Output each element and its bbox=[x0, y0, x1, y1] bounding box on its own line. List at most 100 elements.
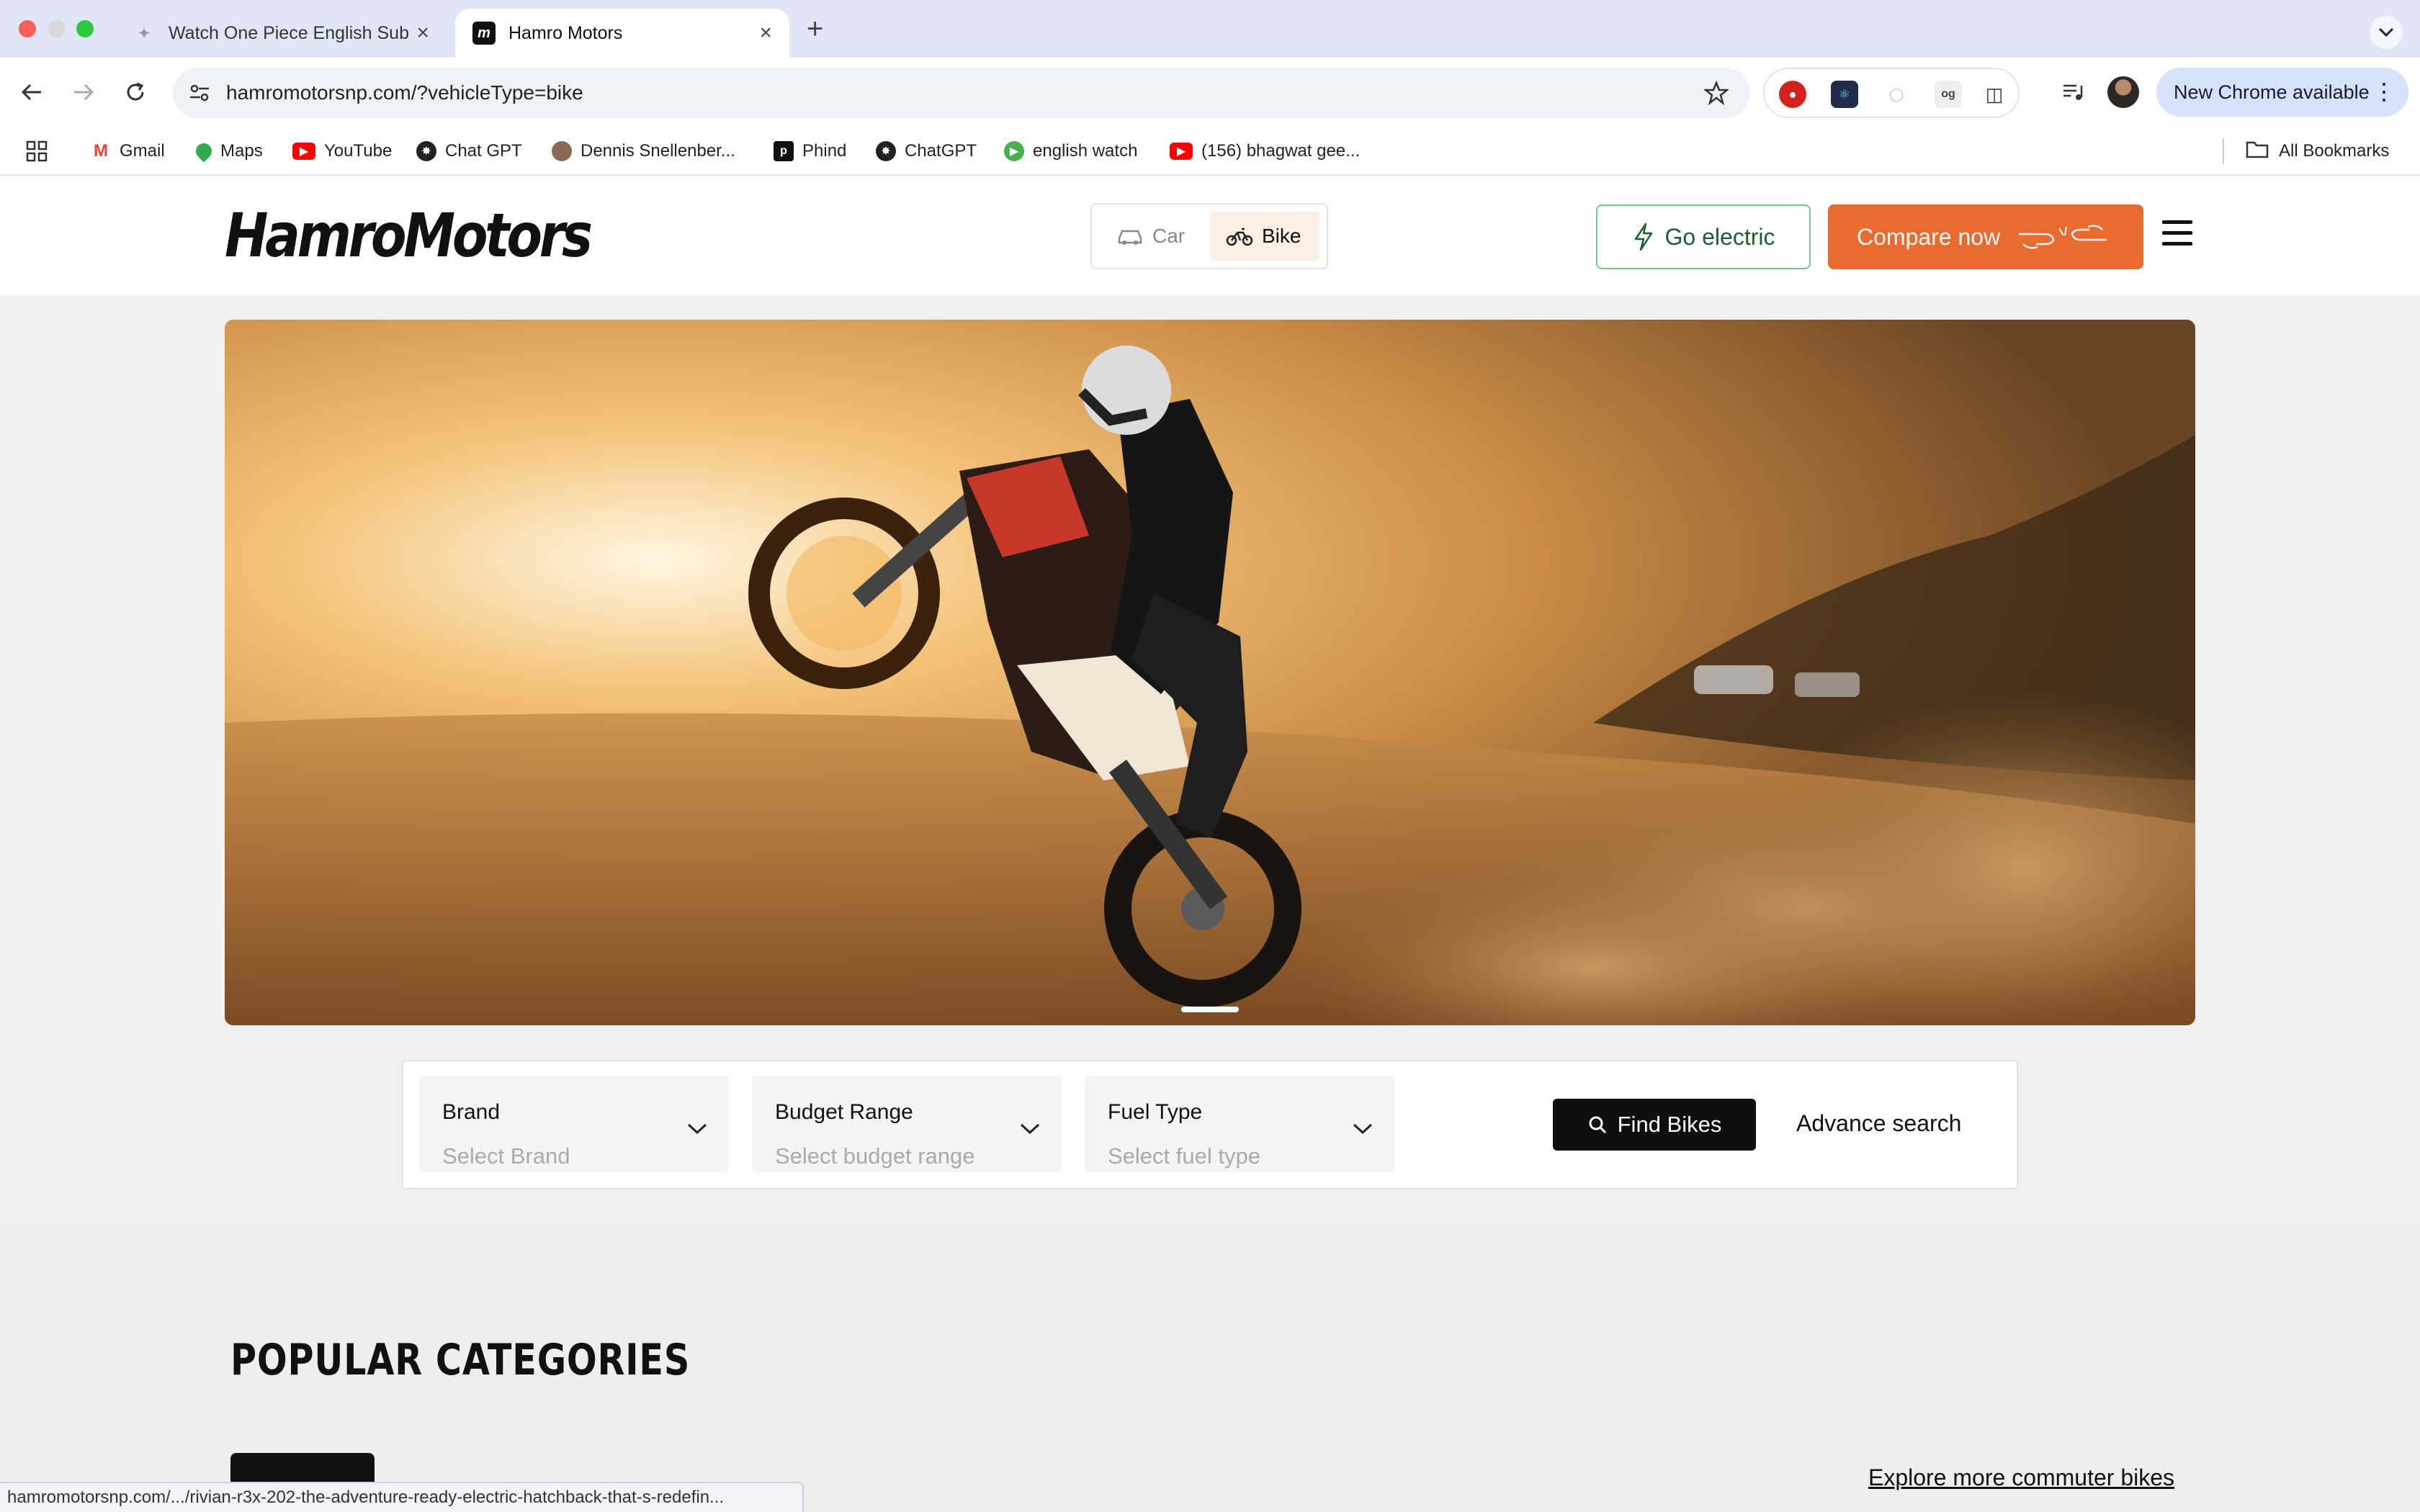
budget-label: Budget Range bbox=[775, 1100, 913, 1124]
anime-site-favicon-icon: ✦ bbox=[138, 25, 151, 42]
site-settings-icon[interactable] bbox=[189, 82, 210, 107]
bookmark-label: Gmail bbox=[120, 141, 165, 161]
tab-search-chevron-icon[interactable] bbox=[2370, 16, 2403, 49]
media-control-icon[interactable] bbox=[2056, 75, 2090, 109]
dirt-bike-wheelie-illustration bbox=[225, 320, 2195, 1025]
bookmark-label: ChatGPT bbox=[905, 141, 977, 161]
bookmark-dennis[interactable]: Dennis Snellenber... bbox=[552, 137, 735, 166]
bookmark-label: Chat GPT bbox=[445, 141, 522, 161]
go-electric-button[interactable]: Go electric bbox=[1596, 204, 1811, 269]
fuel-label: Fuel Type bbox=[1108, 1100, 1203, 1124]
tab-title: Watch One Piece English Sub bbox=[169, 22, 409, 43]
chevron-down-icon bbox=[687, 1123, 707, 1135]
compare-now-button[interactable]: Compare now bbox=[1828, 204, 2143, 269]
hero-banner-image bbox=[225, 320, 2195, 1025]
extensions-group: ● ⚛ ◯ og ◫ bbox=[1763, 68, 2020, 118]
adblock-extension-icon[interactable]: ● bbox=[1779, 81, 1806, 108]
budget-range-select[interactable]: Budget Range Select budget range bbox=[752, 1076, 1062, 1172]
bike-label: Bike bbox=[1262, 225, 1301, 247]
bookmark-phind[interactable]: p Phind bbox=[774, 137, 846, 166]
react-devtools-icon[interactable]: ⚛ bbox=[1831, 81, 1858, 108]
profile-avatar[interactable] bbox=[2107, 76, 2139, 108]
bike-icon bbox=[1226, 228, 1253, 246]
advance-search-link[interactable]: Advance search bbox=[1796, 1110, 1961, 1137]
bookmark-chatgpt[interactable]: ✸ ChatGPT bbox=[876, 137, 977, 166]
reload-icon[interactable] bbox=[118, 75, 153, 109]
window-close-button[interactable] bbox=[19, 20, 36, 37]
car-toggle-button[interactable]: Car bbox=[1101, 212, 1201, 261]
bookmark-label: english watch bbox=[1033, 141, 1138, 161]
maps-pin-icon bbox=[192, 140, 215, 163]
forward-arrow-icon[interactable] bbox=[66, 75, 101, 109]
hamro-motors-favicon-icon: m bbox=[472, 22, 496, 45]
bookmark-label: Maps bbox=[220, 141, 263, 161]
find-bikes-label: Find Bikes bbox=[1617, 1112, 1722, 1137]
close-tab-icon[interactable]: × bbox=[416, 21, 429, 45]
window-maximize-button[interactable] bbox=[76, 20, 94, 37]
compare-now-label: Compare now bbox=[1857, 223, 2001, 250]
chevron-down-icon bbox=[1353, 1123, 1373, 1135]
play-icon: ▶ bbox=[1004, 141, 1024, 161]
chatgpt-icon: ✸ bbox=[416, 141, 436, 161]
chatgpt-icon: ✸ bbox=[876, 141, 896, 161]
url-text: hamromotorsnp.com/?vehicleType=bike bbox=[226, 81, 583, 104]
bookmark-label: (156) bhagwat gee... bbox=[1201, 141, 1361, 161]
explore-more-link[interactable]: Explore more commuter bikes bbox=[1868, 1464, 2174, 1491]
bookmark-gmail[interactable]: M Gmail bbox=[91, 137, 165, 166]
youtube-icon: ▶ bbox=[1170, 143, 1193, 160]
fuel-placeholder: Select fuel type bbox=[1108, 1143, 1260, 1169]
phind-icon: p bbox=[774, 141, 794, 161]
find-bikes-button[interactable]: Find Bikes bbox=[1553, 1099, 1756, 1151]
search-icon bbox=[1589, 1116, 1606, 1134]
brand-label: Brand bbox=[442, 1100, 501, 1124]
bookmark-bhagwat-geeta[interactable]: ▶ (156) bhagwat gee... bbox=[1170, 137, 1360, 166]
back-arrow-icon[interactable] bbox=[14, 75, 49, 109]
close-tab-icon[interactable]: × bbox=[759, 21, 772, 45]
bookmark-maps[interactable]: Maps bbox=[192, 137, 263, 166]
popular-categories-section: POPULAR CATEGORIES Commuter Dirt Cruiser… bbox=[0, 1224, 2420, 1512]
window-minimize-button[interactable] bbox=[48, 20, 65, 37]
bookmark-label: Phind bbox=[802, 141, 847, 161]
hamro-motors-logo[interactable]: HamroMotors bbox=[225, 200, 593, 271]
apps-grid-icon[interactable] bbox=[26, 137, 48, 166]
folder-icon bbox=[2246, 140, 2269, 163]
avatar-icon bbox=[552, 141, 572, 161]
fuel-type-select[interactable]: Fuel Type Select fuel type bbox=[1085, 1076, 1394, 1172]
compare-hands-icon bbox=[2019, 225, 2107, 249]
bike-toggle-button[interactable]: Bike bbox=[1210, 212, 1319, 261]
browser-tab-hamro-motors[interactable]: m Hamro Motors × bbox=[455, 9, 789, 58]
bookmark-label: Dennis Snellenber... bbox=[581, 141, 735, 161]
hamburger-menu-icon[interactable] bbox=[2162, 220, 2192, 246]
address-bar[interactable]: hamromotorsnp.com/?vehicleType=bike bbox=[173, 68, 1750, 118]
chevron-down-icon bbox=[1020, 1123, 1040, 1135]
car-label: Car bbox=[1152, 225, 1186, 247]
site-header: HamroMotors Car Bike Go electric Compare… bbox=[0, 176, 2420, 295]
carousel-indicator[interactable] bbox=[1181, 1007, 1239, 1012]
new-tab-icon[interactable]: + bbox=[807, 13, 823, 45]
og-extension-icon[interactable]: og bbox=[1935, 81, 1962, 108]
bookmark-star-icon[interactable] bbox=[1703, 80, 1730, 109]
brand-select[interactable]: Brand Select Brand bbox=[419, 1076, 729, 1172]
browser-tab-strip: ✦ Watch One Piece English Sub × m Hamro … bbox=[0, 0, 2420, 58]
bookmark-youtube[interactable]: ▶ YouTube bbox=[292, 137, 392, 166]
lightning-icon bbox=[1634, 222, 1652, 251]
car-icon bbox=[1118, 230, 1142, 245]
bookmark-label: YouTube bbox=[324, 141, 393, 161]
bookmark-chat-gpt[interactable]: ✸ Chat GPT bbox=[416, 137, 522, 166]
bookmark-english-watch[interactable]: ▶ english watch bbox=[1004, 137, 1137, 166]
all-bookmarks-button[interactable]: All Bookmarks bbox=[2246, 137, 2389, 166]
puzzle-extensions-icon[interactable]: ◫ bbox=[1981, 81, 2008, 108]
new-chrome-available-button[interactable]: New Chrome available ⋮ bbox=[2156, 68, 2408, 117]
bookmarks-bar: M Gmail Maps ▶ YouTube ✸ Chat GPT Dennis… bbox=[0, 127, 2420, 176]
browser-toolbar: hamromotorsnp.com/?vehicleType=bike ● ⚛ … bbox=[0, 58, 2420, 127]
go-electric-label: Go electric bbox=[1664, 223, 1775, 250]
kebab-menu-icon[interactable]: ⋮ bbox=[2372, 76, 2396, 107]
update-label: New Chrome available bbox=[2174, 81, 2370, 103]
tab-title: Hamro Motors bbox=[508, 22, 623, 43]
youtube-icon: ▶ bbox=[292, 143, 315, 160]
bookmarks-divider bbox=[2223, 138, 2224, 164]
browser-tab-one-piece[interactable]: ✦ Watch One Piece English Sub × bbox=[115, 9, 447, 58]
budget-placeholder: Select budget range bbox=[775, 1143, 975, 1169]
extension-circle-icon[interactable]: ◯ bbox=[1883, 81, 1910, 108]
all-bookmarks-label: All Bookmarks bbox=[2279, 141, 2390, 161]
